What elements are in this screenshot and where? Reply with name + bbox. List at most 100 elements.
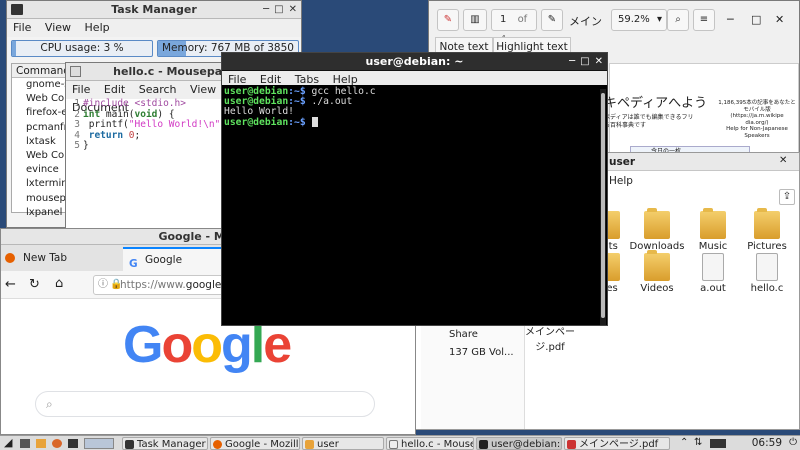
menu-view[interactable]: View	[190, 83, 216, 96]
mousepad-titlebar: hello.c - Mousepad	[66, 63, 234, 81]
help-menu[interactable]: Help	[609, 175, 633, 187]
tab-label: Google	[145, 254, 183, 266]
terminal-scrollbar[interactable]	[600, 89, 606, 325]
clock[interactable]: 06:59	[752, 436, 782, 450]
document-title: メイン	[569, 15, 602, 28]
logo-letter: o	[161, 316, 193, 374]
close-icon[interactable]: ✕	[595, 56, 603, 67]
code-line: 5}	[74, 140, 89, 151]
cpu-usage-label: CPU usage: 3 %	[40, 42, 124, 54]
show-desktop-icon[interactable]	[20, 439, 30, 448]
file-manager-launcher-icon[interactable]	[36, 439, 46, 448]
network-icon[interactable]: ⇅	[694, 437, 702, 448]
home-icon[interactable]: ⌂	[55, 276, 63, 291]
menu-icon[interactable]: ≡	[693, 9, 715, 31]
page-text-line: Speakers	[744, 132, 770, 139]
taskbar-item-label: Google - Mozilla ...	[225, 439, 299, 450]
workspace-switcher[interactable]	[84, 438, 114, 449]
code-editor[interactable]: 1 #include <stdio.h> 2 int main(void) { 3 …	[66, 98, 231, 152]
command-text: ./a.out	[305, 96, 353, 107]
minimize-icon[interactable]: ─	[727, 13, 734, 26]
file-hello-c[interactable]: hello.c	[737, 253, 797, 294]
file-a-out[interactable]: a.out	[683, 253, 743, 294]
taskbar-item-mousepad[interactable]: hello.c - Mousepad	[386, 437, 474, 450]
browser-launcher-icon[interactable]	[52, 439, 62, 448]
info-icon: ⓘ	[98, 279, 108, 290]
tab-new-tab[interactable]: New Tab	[1, 247, 121, 271]
maximize-icon[interactable]: □	[580, 56, 589, 67]
pdf-page: キペディアへよう ペディアは誰でも編集できるフリ る百科事典です 1,186,3…	[604, 63, 799, 158]
task-manager-titlebar: Task Manager ─ □ ✕	[7, 1, 301, 19]
task-manager-icon	[125, 440, 134, 449]
minimize-icon[interactable]: ─	[569, 56, 575, 67]
minimize-icon[interactable]: ─	[263, 4, 269, 15]
side-item-share[interactable]: Share	[449, 329, 478, 340]
reload-icon[interactable]: ↻	[29, 277, 40, 292]
menu-help[interactable]: Help	[85, 21, 110, 34]
terminal-title: user@debian: ~	[365, 55, 464, 68]
zoom-value: 59.2%	[618, 14, 650, 25]
taskbar: ◢ Task Manager Google - Mozilla ... user…	[0, 435, 800, 450]
logo-letter: o	[191, 316, 223, 374]
scrollbar-thumb[interactable]	[601, 93, 605, 318]
back-icon[interactable]: ←	[5, 277, 16, 292]
folder-music[interactable]: Music	[683, 208, 743, 252]
folder-downloads[interactable]: Downloads	[627, 208, 687, 252]
menu-search[interactable]: Search	[139, 83, 177, 96]
menu-file[interactable]: File	[13, 21, 31, 34]
mousepad-window: hello.c - Mousepad File Edit Search View…	[65, 62, 235, 232]
folder-label: Pictures	[747, 241, 787, 252]
power-icon[interactable]: ⏻	[789, 437, 797, 448]
folder-icon	[644, 208, 670, 239]
page-text-line: モバイル版 (https://ja.m.wikipe	[730, 106, 784, 120]
text-cursor	[311, 117, 318, 127]
terminal-output-line: Hello World!	[224, 106, 294, 117]
taskbar-item-pdf[interactable]: メインページ.pdf	[564, 437, 670, 450]
taskbar-item-firefox[interactable]: Google - Mozilla ...	[210, 437, 300, 450]
taskbar-item-label: Task Manager	[137, 439, 206, 450]
go-up-icon[interactable]: ⇪	[779, 189, 795, 205]
file-pdf[interactable]: メインペー ジ.pdf	[525, 323, 575, 353]
annotate-icon[interactable]: ✎	[541, 9, 563, 31]
folder-videos[interactable]: Videos	[627, 250, 687, 294]
taskbar-item-label: user	[317, 439, 339, 450]
close-icon[interactable]: ✕	[779, 155, 787, 166]
terminal-line: user@debian:~$	[224, 117, 605, 128]
start-menu-icon[interactable]: ◢	[4, 436, 12, 449]
url-prefix: https://www.	[120, 279, 186, 291]
taskbar-item-label: メインページ.pdf	[579, 439, 659, 450]
folder-label: Music	[698, 241, 728, 252]
taskbar-item-task-manager[interactable]: Task Manager	[122, 437, 208, 450]
taskbar-item-terminal[interactable]: user@debian: ~	[476, 437, 562, 450]
google-search-input[interactable]: ⌕	[35, 391, 375, 417]
firefox-icon	[213, 440, 222, 449]
tray-up-icon[interactable]: ⌃	[680, 437, 688, 448]
terminal-launcher-icon[interactable]	[68, 439, 78, 448]
task-manager-menubar: File View Help	[7, 19, 301, 37]
folder-pictures[interactable]: Pictures	[737, 208, 797, 252]
firefox-icon	[5, 253, 15, 263]
lock-icon: 🔒	[110, 279, 123, 290]
menu-file[interactable]: File	[72, 83, 90, 96]
close-icon[interactable]: ✕	[775, 13, 784, 26]
page-heading: キペディアへよう	[604, 96, 708, 111]
maximize-icon[interactable]: □	[751, 13, 761, 26]
taskbar-item-file-manager[interactable]: user	[302, 437, 384, 450]
menu-view[interactable]: View	[45, 21, 71, 34]
sidebar-toggle-button[interactable]: ▥	[463, 9, 487, 31]
menu-edit[interactable]: Edit	[104, 83, 125, 96]
folder-icon	[644, 250, 670, 281]
terminal-window: user@debian: ~ ─ □ ✕ File Edit Tabs Help u…	[221, 52, 608, 326]
page-number-field[interactable]: 1 of 4	[491, 9, 537, 45]
chevron-down-icon: ▾	[656, 14, 662, 25]
zoom-select[interactable]: 59.2% ▾	[611, 9, 667, 31]
mousepad-menubar: File Edit Search View Document	[66, 81, 234, 114]
search-icon[interactable]: ⌕	[667, 9, 689, 31]
close-icon[interactable]: ✕	[289, 4, 297, 15]
file-label: a.out	[700, 283, 726, 294]
side-item-volume[interactable]: 137 GB Vol...	[449, 347, 514, 358]
terminal-output[interactable]: user@debian:~$ gcc hello.c user@debian:~…	[222, 85, 607, 325]
maximize-icon[interactable]: □	[274, 4, 283, 15]
window-controls: ─ □ ✕	[258, 1, 297, 19]
pdf-app-icon: ✎	[437, 9, 459, 31]
